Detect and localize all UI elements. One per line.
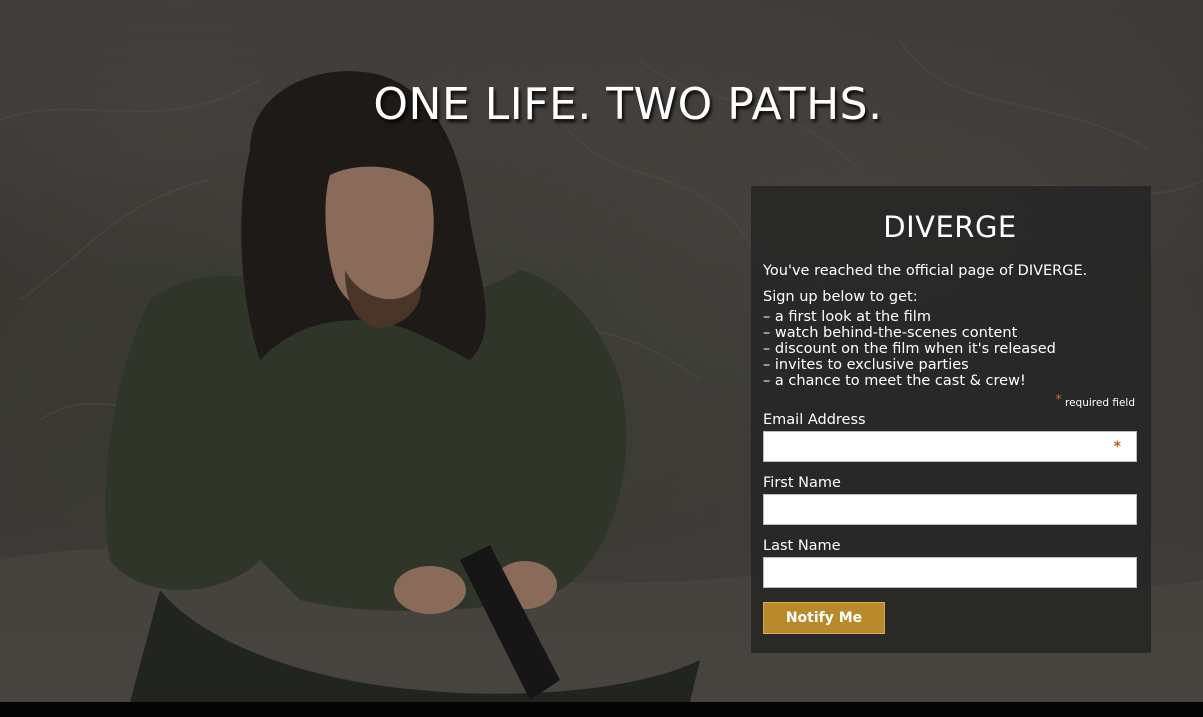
bottom-bar: [0, 702, 1203, 717]
email-field-wrap: *: [763, 431, 1137, 462]
page-headline: ONE LIFE. TWO PATHS.: [373, 79, 883, 131]
email-label: Email Address: [763, 412, 866, 428]
first-name-group: First Name: [763, 475, 1137, 525]
signup-form: Email Address * First Name Last Name Not…: [763, 412, 1137, 634]
last-name-group: Last Name: [763, 538, 1137, 588]
required-asterisk: *: [1055, 392, 1062, 406]
landing-page: ONE LIFE. TWO PATHS. DIVERGE You've reac…: [0, 0, 1203, 717]
first-name-label: First Name: [763, 475, 841, 491]
benefit-item: a first look at the film: [763, 309, 1137, 325]
email-required-asterisk: *: [1113, 439, 1121, 455]
film-title: DIVERGE: [883, 210, 1017, 244]
benefit-item: discount on the film when it's released: [763, 341, 1137, 357]
benefits-list: a first look at the film watch behind-th…: [763, 309, 1137, 389]
required-field-note: * required field: [763, 393, 1137, 409]
last-name-label: Last Name: [763, 538, 841, 554]
benefit-item: watch behind-the-scenes content: [763, 325, 1137, 341]
benefit-item: invites to exclusive parties: [763, 357, 1137, 373]
last-name-field-wrap: [763, 557, 1137, 588]
required-note-text: required field: [1065, 397, 1135, 409]
email-group: Email Address *: [763, 412, 1137, 462]
signup-prompt: Sign up below to get:: [763, 289, 918, 305]
benefit-item: a chance to meet the cast & crew!: [763, 373, 1137, 389]
signup-panel: DIVERGE You've reached the official page…: [751, 186, 1151, 653]
email-field[interactable]: [763, 431, 1137, 462]
intro-text: You've reached the official page of DIVE…: [763, 263, 1088, 279]
notify-me-button[interactable]: Notify Me: [763, 602, 885, 634]
first-name-field[interactable]: [763, 494, 1137, 525]
first-name-field-wrap: [763, 494, 1137, 525]
last-name-field[interactable]: [763, 557, 1137, 588]
